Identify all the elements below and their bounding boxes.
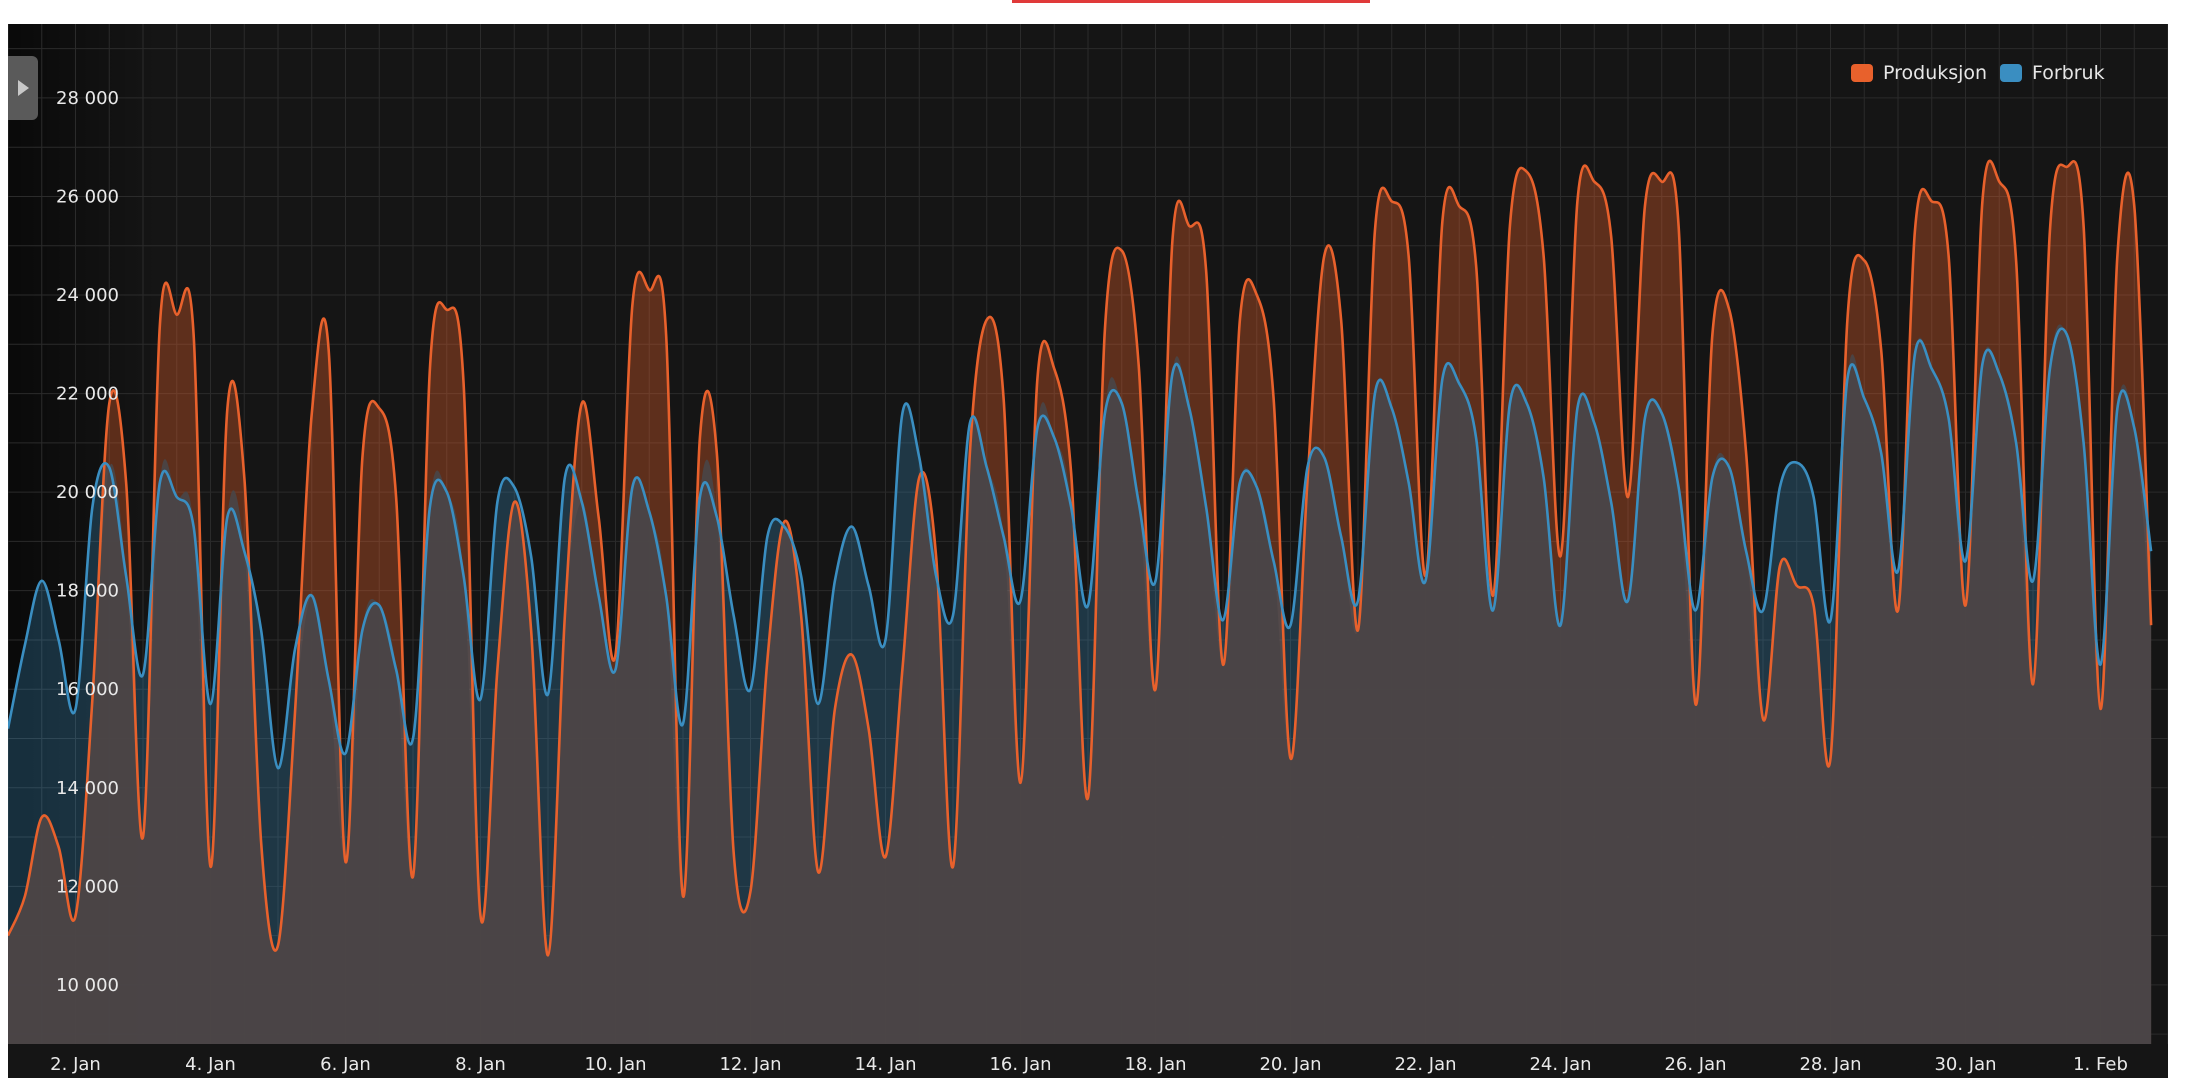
legend-label-forbruk: Forbruk bbox=[2032, 62, 2105, 84]
y-tick-label: 10 000 bbox=[56, 975, 119, 996]
legend-swatch-produksjon bbox=[1851, 64, 1873, 82]
x-tick-label: 28. Jan bbox=[1799, 1054, 1861, 1075]
x-tick-label: 1. Feb bbox=[2073, 1054, 2128, 1075]
x-tick-label: 24. Jan bbox=[1529, 1054, 1591, 1075]
legend-label-produksjon: Produksjon bbox=[1883, 62, 1988, 84]
legend-swatch-forbruk bbox=[2000, 64, 2022, 82]
sidebar-toggle-button[interactable] bbox=[8, 56, 38, 120]
x-tick-label: 14. Jan bbox=[854, 1054, 916, 1075]
x-tick-label: 26. Jan bbox=[1664, 1054, 1726, 1075]
x-tick-label: 20. Jan bbox=[1259, 1054, 1321, 1075]
y-tick-label: 18 000 bbox=[56, 581, 119, 602]
x-tick-label: 12. Jan bbox=[719, 1054, 781, 1075]
y-tick-label: 16 000 bbox=[56, 679, 119, 700]
x-tick-label: 16. Jan bbox=[989, 1054, 1051, 1075]
top-accent-bar bbox=[1012, 0, 1370, 3]
x-tick-label: 4. Jan bbox=[185, 1054, 236, 1075]
y-tick-label: 26 000 bbox=[56, 186, 119, 207]
y-tick-label: 14 000 bbox=[56, 778, 119, 799]
x-tick-label: 30. Jan bbox=[1934, 1054, 1996, 1075]
y-tick-label: 22 000 bbox=[56, 384, 119, 405]
y-tick-label: 12 000 bbox=[56, 876, 119, 897]
chart-canvas: 10 000 12 000 14 000 16 000 18 000 20 000 22 0… bbox=[8, 24, 2168, 1078]
x-tick-label: 10. Jan bbox=[584, 1054, 646, 1075]
x-tick-label: 22. Jan bbox=[1394, 1054, 1456, 1075]
y-tick-label: 24 000 bbox=[56, 285, 119, 306]
x-tick-label: 2. Jan bbox=[50, 1054, 101, 1075]
y-tick-label: 28 000 bbox=[56, 88, 119, 109]
x-tick-label: 8. Jan bbox=[455, 1054, 506, 1075]
legend-item-produksjon[interactable]: Produksjon bbox=[1851, 62, 1987, 84]
x-tick-label: 6. Jan bbox=[320, 1054, 371, 1075]
chart-container: 10 000 12 000 14 000 16 000 18 000 20 000 22 0… bbox=[8, 24, 2168, 1078]
x-tick-label: 18. Jan bbox=[1124, 1054, 1186, 1075]
y-tick-label: 20 000 bbox=[56, 482, 119, 503]
legend-item-forbruk[interactable]: Forbruk bbox=[2000, 62, 2105, 84]
